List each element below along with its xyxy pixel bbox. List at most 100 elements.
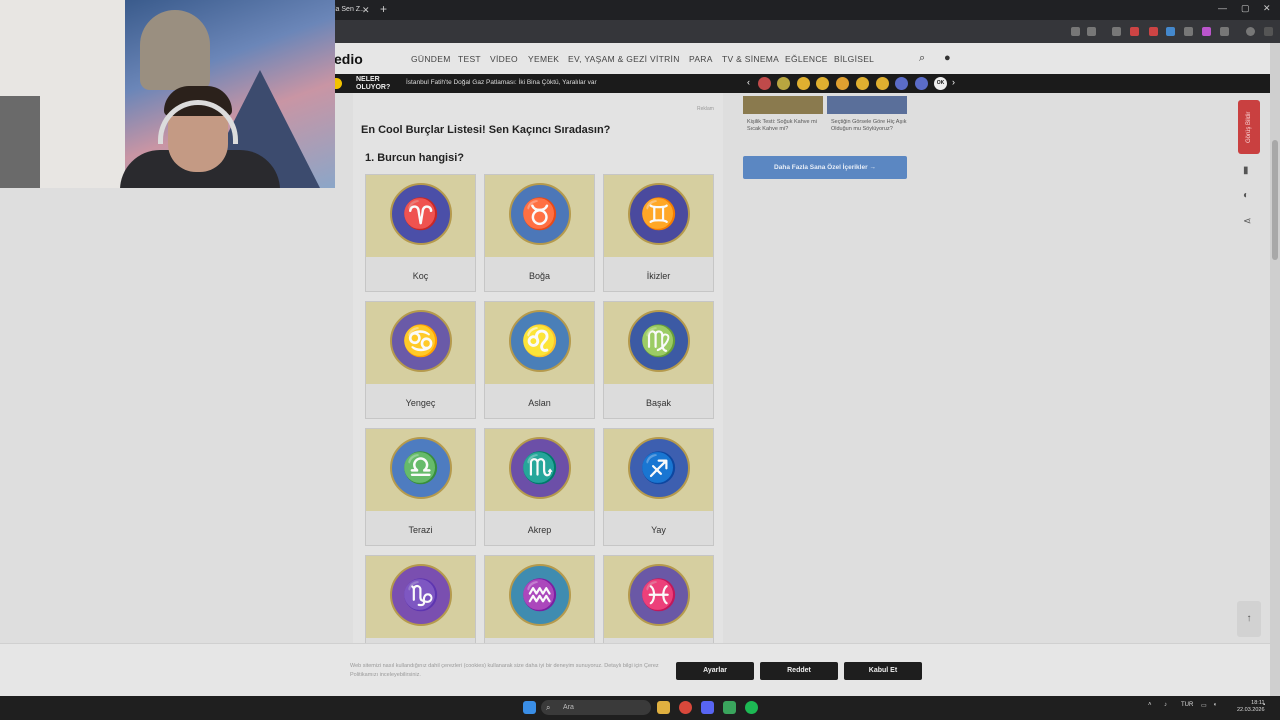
zodiac-icon: ♒: [509, 564, 571, 626]
tray-chevron-icon[interactable]: ˄: [1148, 702, 1152, 708]
discord-icon[interactable]: [701, 701, 714, 714]
more-content-button[interactable]: Daha Fazla Sana Özel İçerikler →: [743, 156, 907, 179]
nav-eglence[interactable]: EĞLENCE: [785, 54, 828, 64]
answer-image: ♈: [366, 175, 475, 257]
ad-label: Reklam: [697, 106, 714, 112]
answer-image: ♒: [485, 556, 594, 638]
bookmark-star-icon[interactable]: [1087, 27, 1096, 36]
notification-icon[interactable]: ▪: [1263, 702, 1265, 708]
answer-image: ♍: [604, 302, 713, 384]
user-icon[interactable]: ●: [944, 52, 951, 64]
network-icon[interactable]: ▭: [1201, 702, 1207, 709]
cookie-settings-button[interactable]: Ayarlar: [676, 662, 754, 680]
ticker-next-icon[interactable]: ›: [952, 77, 955, 87]
ticker-prev-icon[interactable]: ‹: [747, 77, 750, 87]
language-indicator[interactable]: TUR: [1181, 702, 1193, 708]
answer-option[interactable]: ♋ Yengeç: [365, 301, 476, 419]
webcam-poster: [140, 10, 210, 90]
nav-bilgisel[interactable]: BİLGİSEL: [834, 54, 874, 64]
site-logo[interactable]: edio: [334, 51, 363, 67]
webcam-overlay: [0, 0, 335, 188]
answer-image: ♌: [485, 302, 594, 384]
mic-icon[interactable]: ♪: [1164, 702, 1167, 708]
webcam-background: [0, 96, 40, 188]
extension-icon[interactable]: [1166, 27, 1175, 36]
spotify-icon[interactable]: [745, 701, 758, 714]
profile-avatar[interactable]: [1246, 27, 1255, 36]
extension-icon[interactable]: [1184, 27, 1193, 36]
tab-close-icon[interactable]: ✕: [362, 2, 370, 18]
reaction-icon[interactable]: [758, 77, 771, 90]
answer-image: ♋: [366, 302, 475, 384]
extension-icon[interactable]: [1112, 27, 1121, 36]
answer-option[interactable]: ♐ Yay: [603, 428, 714, 546]
answer-label: Akrep: [527, 525, 552, 535]
nav-para[interactable]: PARA: [689, 54, 713, 64]
reaction-icon[interactable]: [876, 77, 889, 90]
answer-image: ♏: [485, 429, 594, 511]
nav-tv-sinema[interactable]: TV & SİNEMA: [722, 54, 779, 64]
answer-label: Yay: [651, 525, 666, 535]
answer-image: ♓: [604, 556, 713, 638]
sidebar-item-text[interactable]: Seçtiğin Görsele Göre Hiç Aşık Olduğun m…: [831, 119, 911, 133]
ticker-headline[interactable]: İstanbul Fatih'te Doğal Gaz Patlaması: İ…: [406, 79, 597, 86]
ok-badge[interactable]: OK: [934, 77, 947, 90]
zodiac-icon: ♓: [628, 564, 690, 626]
answer-label: İkizler: [646, 271, 671, 281]
search-icon[interactable]: ⌕: [919, 52, 925, 65]
sidebar-item-thumbnail[interactable]: [743, 96, 823, 114]
nav-ev-yasam-gezi[interactable]: EV, YAŞAM & GEZİ: [568, 54, 647, 64]
close-window-button[interactable]: ✕: [1263, 3, 1271, 14]
share-icon[interactable]: ⋖: [1243, 216, 1251, 227]
scrollbar-thumb[interactable]: [1272, 140, 1278, 260]
reaction-icon[interactable]: [915, 77, 928, 90]
reaction-icon[interactable]: [777, 77, 790, 90]
extensions-puzzle-icon[interactable]: [1220, 27, 1229, 36]
answer-option[interactable]: ♌ Aslan: [484, 301, 595, 419]
new-tab-button[interactable]: +: [380, 1, 387, 17]
extension-icon[interactable]: [1149, 27, 1158, 36]
sidebar-item-text[interactable]: Kişilik Testi: Soğuk Kahve mi Sıcak Kahv…: [747, 119, 827, 133]
nav-yemek[interactable]: YEMEK: [528, 54, 559, 64]
reaction-icon[interactable]: [836, 77, 849, 90]
extension-icon[interactable]: [1130, 27, 1139, 36]
zodiac-icon: ♏: [509, 437, 571, 499]
chrome-icon[interactable]: [679, 701, 692, 714]
feedback-button[interactable]: Görüş Bildir: [1238, 100, 1260, 154]
reaction-icon[interactable]: [816, 77, 829, 90]
answer-option[interactable]: ♍ Başak: [603, 301, 714, 419]
answer-option[interactable]: ♈ Koç: [365, 174, 476, 292]
answer-option[interactable]: ♏ Akrep: [484, 428, 595, 546]
browser-menu-icon[interactable]: [1264, 27, 1273, 36]
clock-time: 18:11: [1251, 700, 1265, 706]
zodiac-icon: ♎: [390, 437, 452, 499]
nav-video[interactable]: VİDEO: [490, 54, 518, 64]
clock-date: 22.03.2026: [1237, 707, 1265, 713]
extension-icon[interactable]: [1071, 27, 1080, 36]
nav-gundem[interactable]: GÜNDEM: [411, 54, 451, 64]
answer-option[interactable]: ♊ İkizler: [603, 174, 714, 292]
maximize-button[interactable]: ▢: [1241, 3, 1250, 14]
nav-test[interactable]: TEST: [458, 54, 481, 64]
start-icon[interactable]: [523, 701, 536, 714]
answer-option[interactable]: ♎ Terazi: [365, 428, 476, 546]
cookie-reject-button[interactable]: Reddet: [760, 662, 838, 680]
reaction-icon[interactable]: [895, 77, 908, 90]
cookie-accept-button[interactable]: Kabul Et: [844, 662, 922, 680]
scroll-to-top-button[interactable]: ↑: [1237, 601, 1261, 637]
minimize-button[interactable]: —: [1218, 3, 1227, 13]
file-explorer-icon[interactable]: [657, 701, 670, 714]
zodiac-icon: ♑: [390, 564, 452, 626]
sidebar-item-thumbnail[interactable]: [827, 96, 907, 114]
volume-icon[interactable]: ◖: [1213, 702, 1217, 708]
comment-icon[interactable]: ◐: [1243, 190, 1249, 201]
clock[interactable]: 18:11 22.03.2026: [1237, 700, 1265, 714]
bookmark-icon[interactable]: ▮: [1243, 165, 1249, 176]
reaction-icon[interactable]: [797, 77, 810, 90]
taskbar-search[interactable]: Ara: [541, 700, 651, 715]
extension-icon[interactable]: [1202, 27, 1211, 36]
nav-vitrin[interactable]: VİTRİN: [650, 54, 680, 64]
reaction-icon[interactable]: [856, 77, 869, 90]
answer-option[interactable]: ♉ Boğa: [484, 174, 595, 292]
app-icon[interactable]: [723, 701, 736, 714]
